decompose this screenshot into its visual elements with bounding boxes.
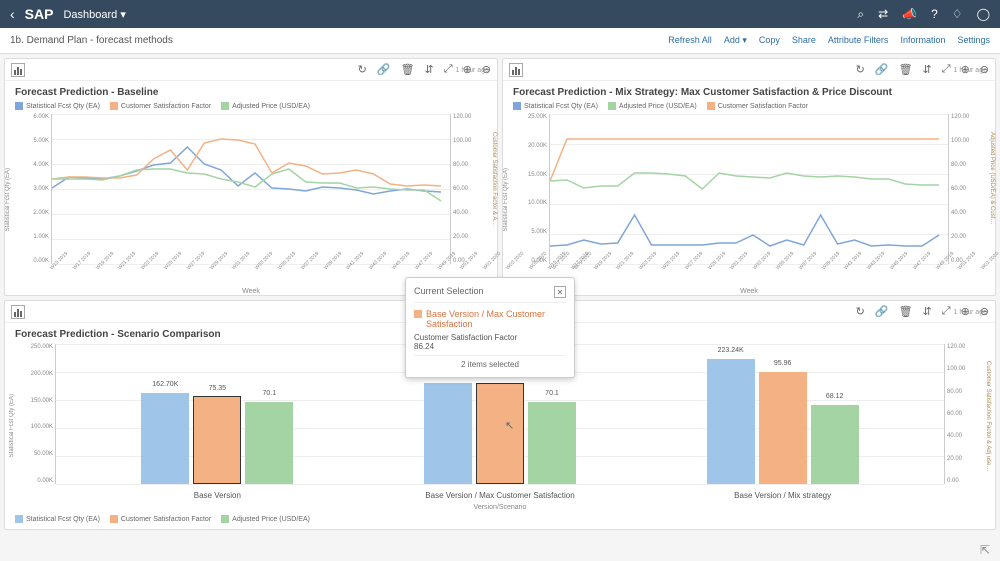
expand-icon[interactable]: ⤢: [942, 63, 951, 76]
tooltip-value: 86.24: [414, 342, 566, 351]
sub-bar: 1b. Demand Plan - forecast methods Refre…: [0, 28, 1000, 54]
information-link[interactable]: Information: [900, 35, 945, 46]
y-right-label: Adjusted Price (USD/EA) & Cust…: [989, 132, 995, 224]
legend-adj-price: Adjusted Price (USD/EA): [232, 103, 310, 110]
tooltip-title: Base Version / Max Customer Satisfaction: [426, 309, 566, 329]
tooltip-label: Customer Satisfaction Factor: [414, 333, 566, 342]
expand-icon[interactable]: ⤢: [942, 305, 951, 318]
bar-base-cust[interactable]: 75.35: [193, 396, 241, 484]
panel-baseline: ↻ 🔗 🗑 ⇵ ⤢ ⊕ ⊖ 1 hour ago Forecast Predic…: [4, 58, 498, 296]
legend-adj-price: Adjusted Price (USD/EA): [619, 103, 697, 110]
link-icon[interactable]: 🔗: [377, 63, 391, 76]
megaphone-icon[interactable]: 📣: [902, 7, 917, 22]
group-label-base: Base Version: [141, 491, 293, 500]
sort-icon[interactable]: ⇵: [923, 305, 932, 318]
y-axis-left: 6.00K5.00K4.00K3.00K2.00K1.00K0.00K: [19, 114, 49, 264]
chart-type-icon[interactable]: [11, 305, 25, 319]
bar-group-base: 162.70K 75.35 70.1 Base Version: [141, 393, 293, 484]
legend-adj-price: Adjusted Price (USD/EA): [232, 516, 310, 523]
bar-maxcust-stat[interactable]: 179.61K: [424, 383, 472, 484]
y-axis-left: 25.00K20.00K15.00K10.00K5.00K0.00K: [517, 114, 547, 264]
expand-icon[interactable]: ⤢: [444, 63, 453, 76]
link-icon[interactable]: 🔗: [875, 305, 889, 318]
bar-base-stat[interactable]: 162.70K: [141, 393, 189, 484]
sort-icon[interactable]: ⇵: [923, 63, 932, 76]
y-right-label: Customer Satisfaction Factor & A…: [491, 132, 497, 226]
dashboard-title[interactable]: Dashboard ▾: [63, 8, 125, 21]
top-bar: ‹ SAP Dashboard ▾ ⌕ ⇄ 📣 ? ♢ ◯: [0, 0, 1000, 28]
breadcrumb: 1b. Demand Plan - forecast methods: [10, 35, 173, 46]
route-icon[interactable]: ⇄: [878, 7, 888, 22]
group-label-maxcust: Base Version / Max Customer Satisfaction: [424, 491, 576, 500]
group-label-mix: Base Version / Mix strategy: [707, 491, 859, 500]
bell-icon[interactable]: ♢: [952, 7, 963, 22]
bar-mix-stat[interactable]: 223.24K: [707, 359, 755, 484]
delete-icon[interactable]: 🗑: [899, 63, 913, 76]
copy-link[interactable]: Copy: [759, 35, 780, 46]
delete-icon[interactable]: 🗑: [401, 63, 415, 76]
back-icon[interactable]: ‹: [10, 6, 15, 22]
refresh-all-link[interactable]: Refresh All: [668, 35, 712, 46]
refresh-icon[interactable]: ↻: [358, 63, 367, 76]
legend-cust-sat: Customer Satisfaction Factor: [718, 103, 808, 110]
y-axis-left: 250.00K200.00K150.00K100.00K50.00K0.00K: [23, 344, 53, 484]
bar-group-maxcust: 179.61K 70.1 Base Version / Max Customer…: [424, 383, 576, 484]
x-axis-title: Version/Scenario: [55, 504, 945, 511]
tooltip-footer: 2 items selected: [414, 355, 566, 369]
y-left-label: Statistical Fcst Qty (EA): [503, 168, 509, 231]
x-axis-labels: W15 2019W17 2019W19 2019W21 2019W23 2019…: [51, 266, 451, 272]
y-left-label: Statistical Fcst Qty (EA): [9, 394, 15, 457]
x-axis-title: Week: [51, 288, 451, 295]
chart-type-icon[interactable]: [11, 63, 25, 77]
add-link[interactable]: Add ▾: [724, 35, 747, 46]
legend-stat-fcst: Statistical Fcst Qty (EA): [26, 516, 100, 523]
export-icon[interactable]: ⇱: [980, 543, 990, 557]
x-axis-title: Week: [549, 288, 949, 295]
close-icon[interactable]: ✕: [554, 286, 566, 298]
legend-stat-fcst: Statistical Fcst Qty (EA): [26, 103, 100, 110]
delete-icon[interactable]: 🗑: [899, 305, 913, 318]
panel-title-baseline: Forecast Prediction - Baseline: [15, 87, 487, 98]
help-icon[interactable]: ?: [931, 7, 938, 22]
sap-logo: SAP: [25, 6, 54, 22]
legend-cust-sat: Customer Satisfaction Factor: [121, 103, 211, 110]
link-icon[interactable]: 🔗: [875, 63, 889, 76]
panel-timestamp: 1 hour ago: [954, 309, 987, 316]
sort-icon[interactable]: ⇵: [425, 63, 434, 76]
bar-maxcust-cust[interactable]: [476, 383, 524, 484]
user-icon[interactable]: ◯: [977, 7, 990, 22]
tooltip-swatch: [414, 310, 422, 318]
y-axis-right: 120.00100.0080.0060.0040.0020.000.00: [951, 114, 981, 264]
y-axis-right: 120.00100.0080.0060.0040.0020.000.00: [947, 344, 977, 484]
chart-baseline-plot[interactable]: [51, 114, 451, 264]
tooltip-header: Current Selection: [414, 286, 484, 298]
panel-timestamp: 1 hour ago: [954, 67, 987, 74]
legend-cust-sat: Customer Satisfaction Factor: [121, 516, 211, 523]
panel-timestamp: 1 hour ago: [456, 67, 489, 74]
panel-scenario-comparison: ↻ 🔗 🗑 ⇵ ⤢ ⊕ ⊖ 1 hour ago Forecast Predic…: [4, 300, 996, 530]
attribute-filters-link[interactable]: Attribute Filters: [828, 35, 889, 46]
bar-maxcust-price[interactable]: 70.1: [528, 402, 576, 484]
refresh-icon[interactable]: ↻: [856, 63, 865, 76]
chart-type-icon[interactable]: [509, 63, 523, 77]
chart-mix-plot[interactable]: [549, 114, 949, 264]
y-axis-right: 120.00100.0080.0060.0040.0020.000.00: [453, 114, 483, 264]
legend-stat-fcst: Statistical Fcst Qty (EA): [524, 103, 598, 110]
x-axis-labels: W15 2019W17 2019W19 2019W21 2019W23 2019…: [549, 266, 949, 272]
refresh-icon[interactable]: ↻: [856, 305, 865, 318]
bar-group-mix: 223.24K 95.96 68.12 Base Version / Mix s…: [707, 359, 859, 484]
y-right-label: Customer Satisfaction Factor & Adj use…: [985, 361, 991, 471]
search-icon[interactable]: ⌕: [857, 7, 864, 22]
bar-mix-cust[interactable]: 95.96: [759, 372, 807, 484]
panel-title-mix: Forecast Prediction - Mix Strategy: Max …: [513, 87, 985, 98]
panel-mix-strategy: ↻ 🔗 🗑 ⇵ ⤢ ⊕ ⊖ 1 hour ago Forecast Predic…: [502, 58, 996, 296]
cursor-icon: ↖: [505, 419, 514, 432]
y-left-label: Statistical Fcst Qty (EA): [5, 168, 11, 231]
selection-tooltip: Current Selection ✕ Base Version / Max C…: [405, 277, 575, 378]
bar-base-price[interactable]: 70.1: [245, 402, 293, 484]
bar-mix-price[interactable]: 68.12: [811, 405, 859, 484]
settings-link[interactable]: Settings: [957, 35, 990, 46]
share-link[interactable]: Share: [792, 35, 816, 46]
